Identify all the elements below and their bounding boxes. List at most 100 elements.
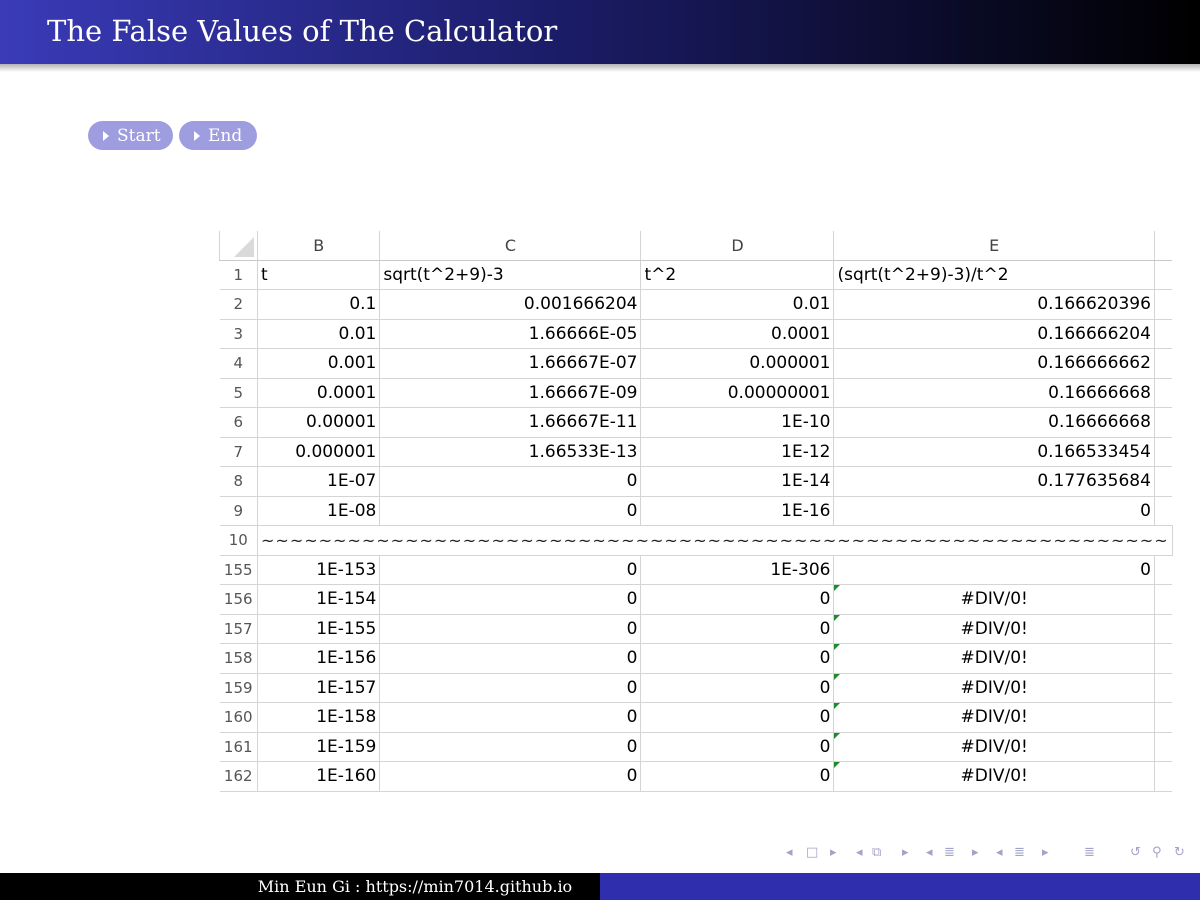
cell-c[interactable]: 0: [379, 613, 642, 644]
undo-icon[interactable]: ↺: [1130, 845, 1141, 860]
column-header[interactable]: C: [379, 231, 642, 261]
cell-c[interactable]: 0: [379, 643, 642, 674]
cell-d[interactable]: 0.00000001: [640, 377, 835, 408]
next-section-icon[interactable]: ▸: [1042, 845, 1049, 860]
cell-c[interactable]: 0: [379, 702, 642, 733]
select-all-corner[interactable]: [219, 231, 258, 261]
column-header[interactable]: E: [833, 231, 1155, 261]
cell-b[interactable]: 1E-153: [256, 554, 381, 585]
cell-d[interactable]: 0: [640, 702, 835, 733]
cell-e[interactable]: #DIV/0!: [833, 672, 1155, 703]
cell-b[interactable]: 1E-158: [256, 702, 381, 733]
row-header[interactable]: 160: [219, 702, 258, 733]
cell-b[interactable]: 0.00001: [256, 407, 381, 438]
cell-e[interactable]: 0.166533454: [833, 436, 1155, 467]
cell-e[interactable]: 0: [833, 495, 1155, 526]
row-header[interactable]: 155: [219, 554, 258, 585]
cell-b[interactable]: 0.01: [256, 318, 381, 349]
cell-c[interactable]: 1.66533E-13: [379, 436, 642, 467]
cell-b[interactable]: 0.0001: [256, 377, 381, 408]
cell-d[interactable]: 1E-14: [640, 466, 835, 497]
cell-c[interactable]: 0: [379, 554, 642, 585]
row-header[interactable]: 10: [219, 525, 258, 556]
outline-icon[interactable]: ≣: [1084, 845, 1095, 860]
cell-c[interactable]: 0.001666204: [379, 289, 642, 320]
cell-e[interactable]: #DIV/0!: [833, 584, 1155, 615]
prev-frame-icon[interactable]: ◂: [786, 845, 793, 860]
cell-e[interactable]: (sqrt(t^2+9)-3)/t^2: [833, 259, 1155, 290]
section-icon[interactable]: ≣: [944, 845, 955, 860]
cell-d[interactable]: 1E-306: [640, 554, 835, 585]
cell-c[interactable]: 0: [379, 731, 642, 762]
cell-d[interactable]: 0: [640, 761, 835, 792]
cell-e[interactable]: #DIV/0!: [833, 731, 1155, 762]
start-button[interactable]: Start: [88, 121, 173, 150]
cell-c[interactable]: 0: [379, 761, 642, 792]
row-header[interactable]: 4: [219, 348, 258, 379]
cell-e[interactable]: 0.177635684: [833, 466, 1155, 497]
cell-d[interactable]: 0: [640, 584, 835, 615]
cell-e[interactable]: #DIV/0!: [833, 761, 1155, 792]
row-header[interactable]: 1: [219, 259, 258, 290]
row-header[interactable]: 2: [219, 289, 258, 320]
frame-icon[interactable]: □: [806, 845, 818, 860]
cell-b[interactable]: 1E-157: [256, 672, 381, 703]
section-icon[interactable]: ≣: [1014, 845, 1025, 860]
column-header[interactable]: B: [256, 231, 381, 261]
row-header[interactable]: 162: [219, 761, 258, 792]
cell-e[interactable]: #DIV/0!: [833, 643, 1155, 674]
row-header[interactable]: 158: [219, 643, 258, 674]
cell-e[interactable]: #DIV/0!: [833, 613, 1155, 644]
redo-icon[interactable]: ↻: [1174, 845, 1185, 860]
cell-e[interactable]: 0.16666668: [833, 377, 1155, 408]
row-header[interactable]: 3: [219, 318, 258, 349]
row-header[interactable]: 161: [219, 731, 258, 762]
cell-e[interactable]: 0.166620396: [833, 289, 1155, 320]
row-header[interactable]: 8: [219, 466, 258, 497]
cell-d[interactable]: 1E-12: [640, 436, 835, 467]
next-frame-icon[interactable]: ▸: [830, 845, 837, 860]
cell-b[interactable]: 1E-156: [256, 643, 381, 674]
row-header[interactable]: 6: [219, 407, 258, 438]
row-header[interactable]: 157: [219, 613, 258, 644]
cell-c[interactable]: 0: [379, 466, 642, 497]
next-section-icon[interactable]: ▸: [972, 845, 979, 860]
cell-e[interactable]: 0.166666204: [833, 318, 1155, 349]
cell-b[interactable]: 0.1: [256, 289, 381, 320]
column-header[interactable]: D: [640, 231, 835, 261]
cell-c[interactable]: 1.66667E-11: [379, 407, 642, 438]
cell-b[interactable]: 0.001: [256, 348, 381, 379]
cell-d[interactable]: 1E-16: [640, 495, 835, 526]
prev-section-icon[interactable]: ◂: [926, 845, 933, 860]
cell-e[interactable]: 0.16666668: [833, 407, 1155, 438]
row-header[interactable]: 159: [219, 672, 258, 703]
cell-b[interactable]: 1E-08: [256, 495, 381, 526]
cell-d[interactable]: 0: [640, 613, 835, 644]
cell-b[interactable]: t: [256, 259, 381, 290]
cell-b[interactable]: 1E-154: [256, 584, 381, 615]
cell-c[interactable]: 0: [379, 584, 642, 615]
cell-d[interactable]: 1E-10: [640, 407, 835, 438]
cell-b[interactable]: 1E-159: [256, 731, 381, 762]
cell-d[interactable]: 0: [640, 643, 835, 674]
cell-c[interactable]: 1.66667E-07: [379, 348, 642, 379]
row-header[interactable]: 156: [219, 584, 258, 615]
cell-b[interactable]: 1E-155: [256, 613, 381, 644]
cell-e[interactable]: #DIV/0!: [833, 702, 1155, 733]
cell-d[interactable]: 0: [640, 731, 835, 762]
cell-e[interactable]: 0: [833, 554, 1155, 585]
end-button[interactable]: End: [179, 121, 257, 150]
cell-c[interactable]: 0: [379, 495, 642, 526]
cell-c[interactable]: 1.66666E-05: [379, 318, 642, 349]
prev-subsection-icon[interactable]: ◂: [856, 845, 863, 860]
prev-section-icon[interactable]: ◂: [996, 845, 1003, 860]
cell-d[interactable]: 0.000001: [640, 348, 835, 379]
row-header[interactable]: 7: [219, 436, 258, 467]
cell-b[interactable]: 1E-07: [256, 466, 381, 497]
cell-d[interactable]: 0.01: [640, 289, 835, 320]
cell-d[interactable]: 0.0001: [640, 318, 835, 349]
cell-c[interactable]: 1.66667E-09: [379, 377, 642, 408]
cell-c[interactable]: 0: [379, 672, 642, 703]
cell-d[interactable]: 0: [640, 672, 835, 703]
ellipsis-row-cell[interactable]: ~~~~~~~~~~~~~~~~~~~~~~~~~~~~~~~~~~~~~~~~…: [257, 525, 1173, 556]
